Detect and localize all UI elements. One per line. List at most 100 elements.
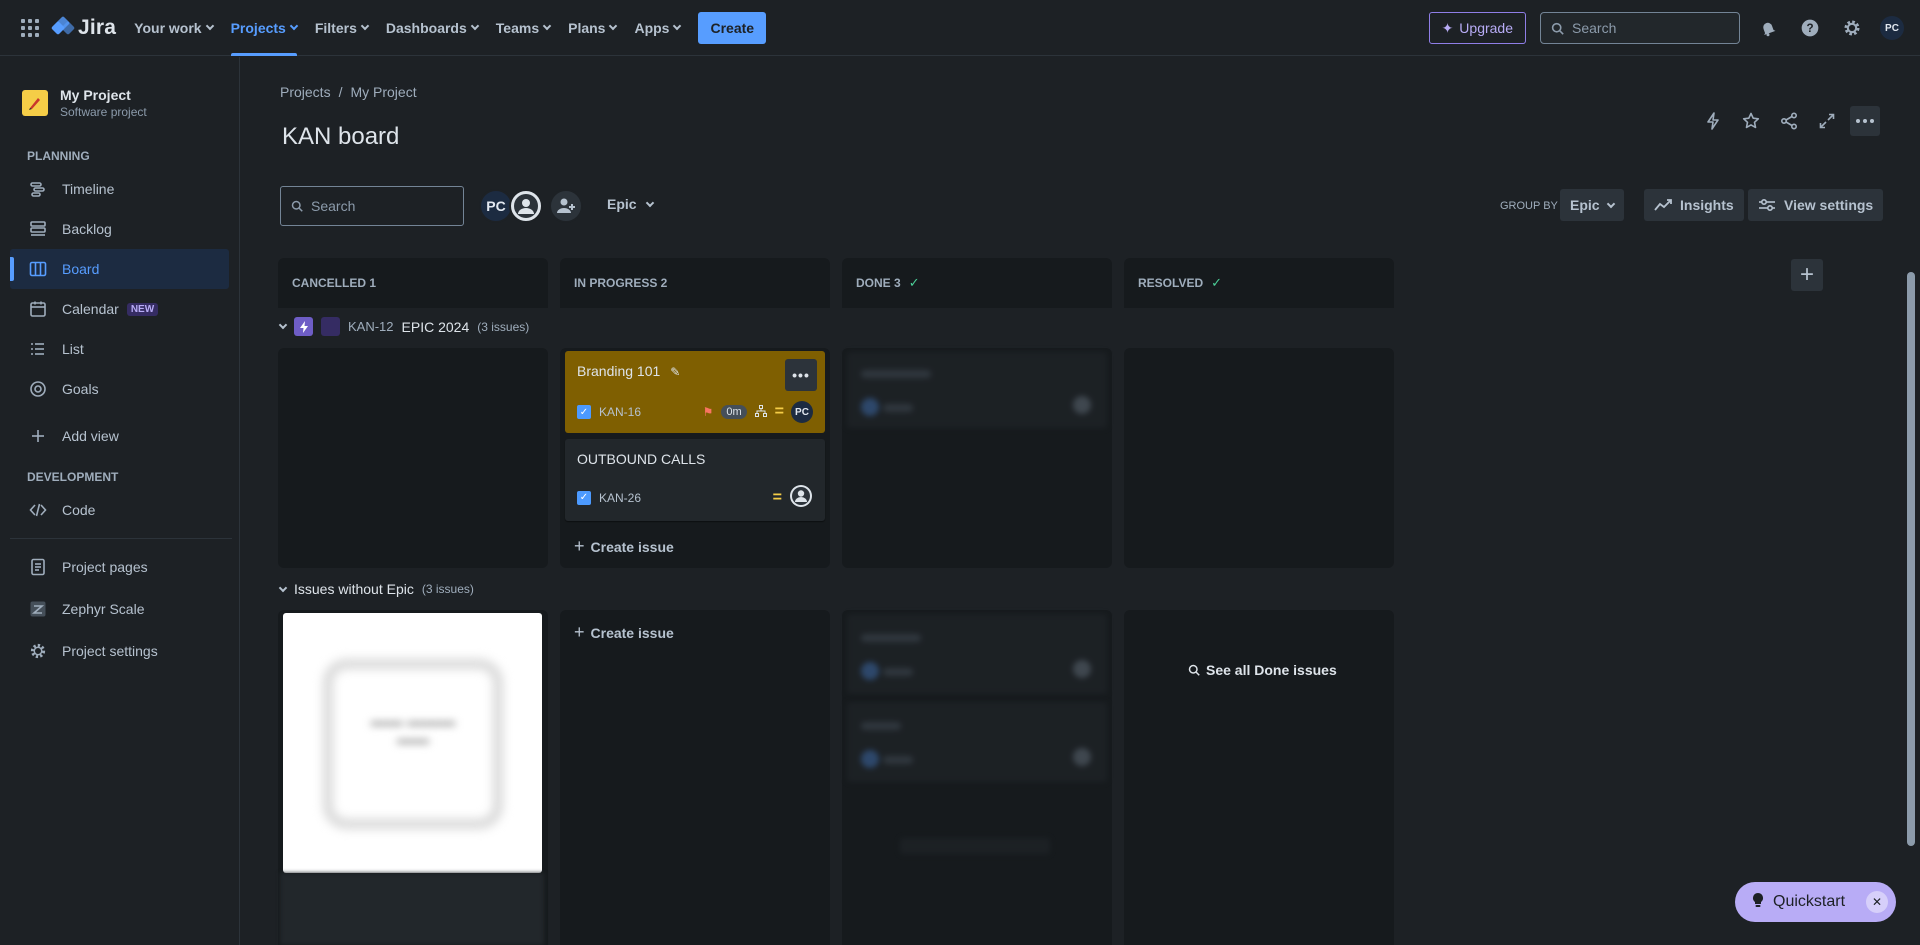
nav-your-work[interactable]: Your work [134,0,214,56]
column-header-cancelled[interactable]: CANCELLED 1 [278,258,548,308]
issue-card[interactable]: OUTBOUND CALLS ✓ KAN-26 = [565,439,825,521]
planning-section-label: PLANNING [27,149,90,163]
unassigned-avatar-icon[interactable] [509,189,543,223]
add-people-icon[interactable] [549,189,583,223]
create-issue-label: Create issue [590,538,674,555]
project-logo-icon [22,90,48,116]
priority-medium-icon: = [772,488,782,506]
user-avatar[interactable]: PC [1880,16,1904,40]
sidebar-item-add-view[interactable]: Add view [10,416,229,456]
epic-key: KAN-12 [348,319,394,334]
insights-chart-icon [1654,199,1672,211]
scrollbar-thumb[interactable] [1907,272,1915,846]
sidebar-item-project-settings[interactable]: Project settings [10,631,229,671]
create-button[interactable]: Create [698,11,767,44]
share-icon[interactable] [1774,106,1804,136]
goals-icon [28,379,48,399]
sidebar-item-calendar[interactable]: Calendar NEW [10,289,229,329]
app-switcher-icon[interactable] [16,14,44,42]
issue-key[interactable]: KAN-26 [599,491,641,505]
sidebar-item-timeline[interactable]: Timeline [10,169,229,209]
sidebar-item-project-pages[interactable]: Project pages [10,547,229,587]
help-icon[interactable]: ? [1796,14,1824,42]
automation-lightning-icon[interactable] [1698,106,1728,136]
nav-projects[interactable]: Projects [230,0,299,56]
sidebar-item-label: Timeline [62,181,115,197]
blurred-issue-card[interactable] [847,702,1107,782]
column-header-done[interactable]: DONE 3 ✓ [842,258,1112,308]
sidebar-item-goals[interactable]: Goals [10,369,229,409]
board-cell [1124,610,1394,945]
expand-icon[interactable] [1812,106,1842,136]
breadcrumb-my-project[interactable]: My Project [350,84,416,100]
quickstart-label: Quickstart [1773,893,1846,910]
nav-apps[interactable]: Apps [634,0,682,56]
nav-dashboards[interactable]: Dashboards [385,0,480,56]
project-header[interactable]: My Project Software project [22,87,147,119]
nav-plans[interactable]: Plans [568,0,618,56]
edit-pencil-icon[interactable]: ✎ [670,365,680,379]
sidebar-item-board[interactable]: Board [10,249,229,289]
assignee-avatar[interactable]: PC [791,401,813,423]
column-header-in-progress[interactable]: IN PROGRESS 2 [560,258,830,308]
blurred-issue-card[interactable] [847,614,1107,694]
timeline-icon [28,179,48,199]
sidebar-item-label: Goals [62,381,99,397]
epic-filter-dropdown[interactable]: Epic [607,196,654,212]
card-more-icon[interactable]: ••• [785,359,817,391]
nav-label: Dashboards [385,19,467,36]
upgrade-button[interactable]: ✦ Upgrade [1428,12,1526,44]
svg-text:?: ? [1806,22,1813,35]
create-issue-button[interactable]: + Create issue [574,536,674,557]
global-search-input[interactable]: Search [1540,12,1740,44]
flag-icon: ⚑ [702,405,714,419]
blurred-attachment-preview[interactable]: ▬▬ ▬▬▬ ▬▬ [283,613,542,873]
epic-filter-label: Epic [607,196,637,212]
settings-gear-icon[interactable] [1838,14,1866,42]
epic-color-swatch [321,317,340,336]
sidebar-item-label: Project settings [62,643,158,659]
board-search-input[interactable]: Search [280,186,464,226]
jira-logo[interactable]: Jira [50,15,116,40]
unassigned-avatar-icon[interactable] [789,484,813,511]
search-placeholder: Search [311,198,356,214]
swimlane-no-epic-header[interactable]: Issues without Epic (3 issues) [278,581,474,597]
add-column-button[interactable]: + [1791,259,1823,291]
quickstart-button[interactable]: Quickstart ✕ [1735,882,1896,922]
swimlane-epic-header[interactable]: KAN-12 EPIC 2024 (3 issues) [278,317,529,336]
insights-button[interactable]: Insights [1644,189,1744,221]
sidebar-item-zephyr-scale[interactable]: Zephyr Scale [10,589,229,629]
chevron-down-icon [278,320,288,330]
assignee-avatar-pc[interactable]: PC [479,189,513,223]
notifications-icon[interactable] [1754,14,1782,42]
group-by-dropdown[interactable]: Epic [1560,189,1624,221]
column-header-resolved[interactable]: RESOLVED ✓ [1124,258,1394,308]
see-all-done-issues-link[interactable]: See all Done issues [1188,662,1337,678]
card-footer: ✓ KAN-26 = [577,484,813,511]
board-scrollbar[interactable] [1905,260,1915,945]
breadcrumb: Projects / My Project [280,84,417,100]
sidebar-item-code[interactable]: Code [10,490,229,530]
blurred-issue-card[interactable] [847,352,1107,428]
more-options-icon[interactable] [1850,106,1880,136]
chevron-down-icon [205,21,214,31]
epic-lightning-icon [294,317,313,336]
view-settings-button[interactable]: View settings [1748,189,1884,221]
plus-icon [28,426,48,446]
breadcrumb-projects[interactable]: Projects [280,84,331,100]
calendar-icon [28,299,48,319]
star-icon[interactable] [1736,106,1766,136]
blurred-link[interactable] [900,838,1050,854]
nav-teams[interactable]: Teams [496,0,552,56]
sidebar-item-label: Board [62,261,100,277]
sidebar-item-list[interactable]: List [10,329,229,369]
issue-key[interactable]: KAN-16 [599,405,641,419]
create-issue-button[interactable]: + Create issue [574,622,674,643]
nav-label: Plans [568,19,606,36]
see-all-done-label: See all Done issues [1206,662,1337,678]
sidebar-item-backlog[interactable]: Backlog [10,209,229,249]
nav-filters[interactable]: Filters [315,0,370,56]
close-icon[interactable]: ✕ [1866,891,1888,913]
top-navigation-right: ✦ Upgrade Search ? PC [1428,0,1904,56]
issue-card[interactable]: Branding 101 ✎ ••• ✓ KAN-16 ⚑ 0m = PC [565,351,825,433]
